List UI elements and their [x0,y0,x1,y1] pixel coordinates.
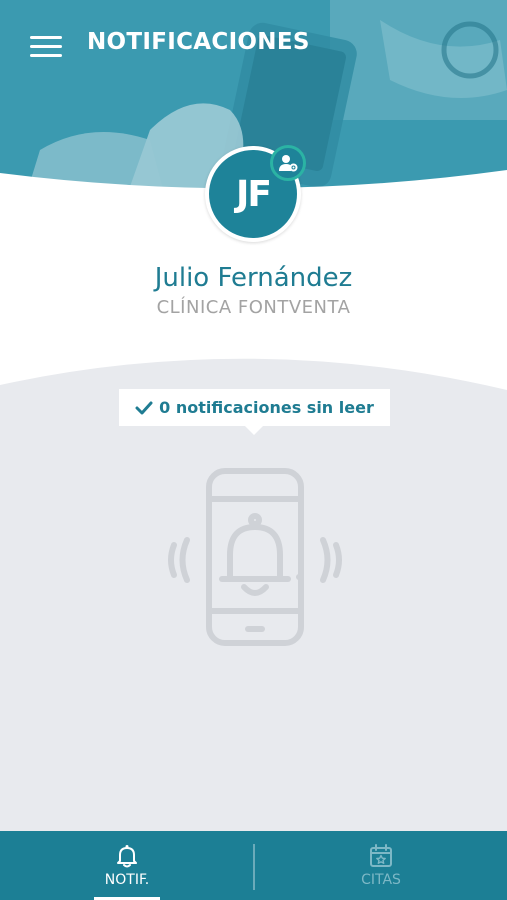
nav-divider [253,844,255,890]
user-settings-icon [279,155,298,172]
tab-appointments[interactable]: CITAS [345,831,417,900]
unread-count-badge: 0 notificaciones sin leer [119,389,390,435]
tab-notifications[interactable]: NOTIF. [93,831,161,900]
tab-notifications-label: NOTIF. [104,872,150,888]
check-icon [135,401,153,414]
hamburger-line [30,53,62,57]
bottom-navigation: NOTIF. CITAS [0,831,507,900]
calendar-star-icon [370,844,392,867]
user-settings-button[interactable] [270,145,306,181]
hamburger-line [30,44,62,48]
user-name: Julio Fernández [154,263,353,293]
hamburger-menu-icon [30,35,62,39]
tab-appointments-label: CITAS [361,872,401,888]
bell-icon [117,845,137,868]
clinic-name: CLÍNICA FONTVENTA [156,297,351,318]
phone-bell-ringing-icon [168,468,342,646]
unread-count-label: 0 notificaciones sin leer [159,398,374,417]
menu-button[interactable] [30,30,70,62]
page-title: NOTIFICACIONES [87,29,310,55]
